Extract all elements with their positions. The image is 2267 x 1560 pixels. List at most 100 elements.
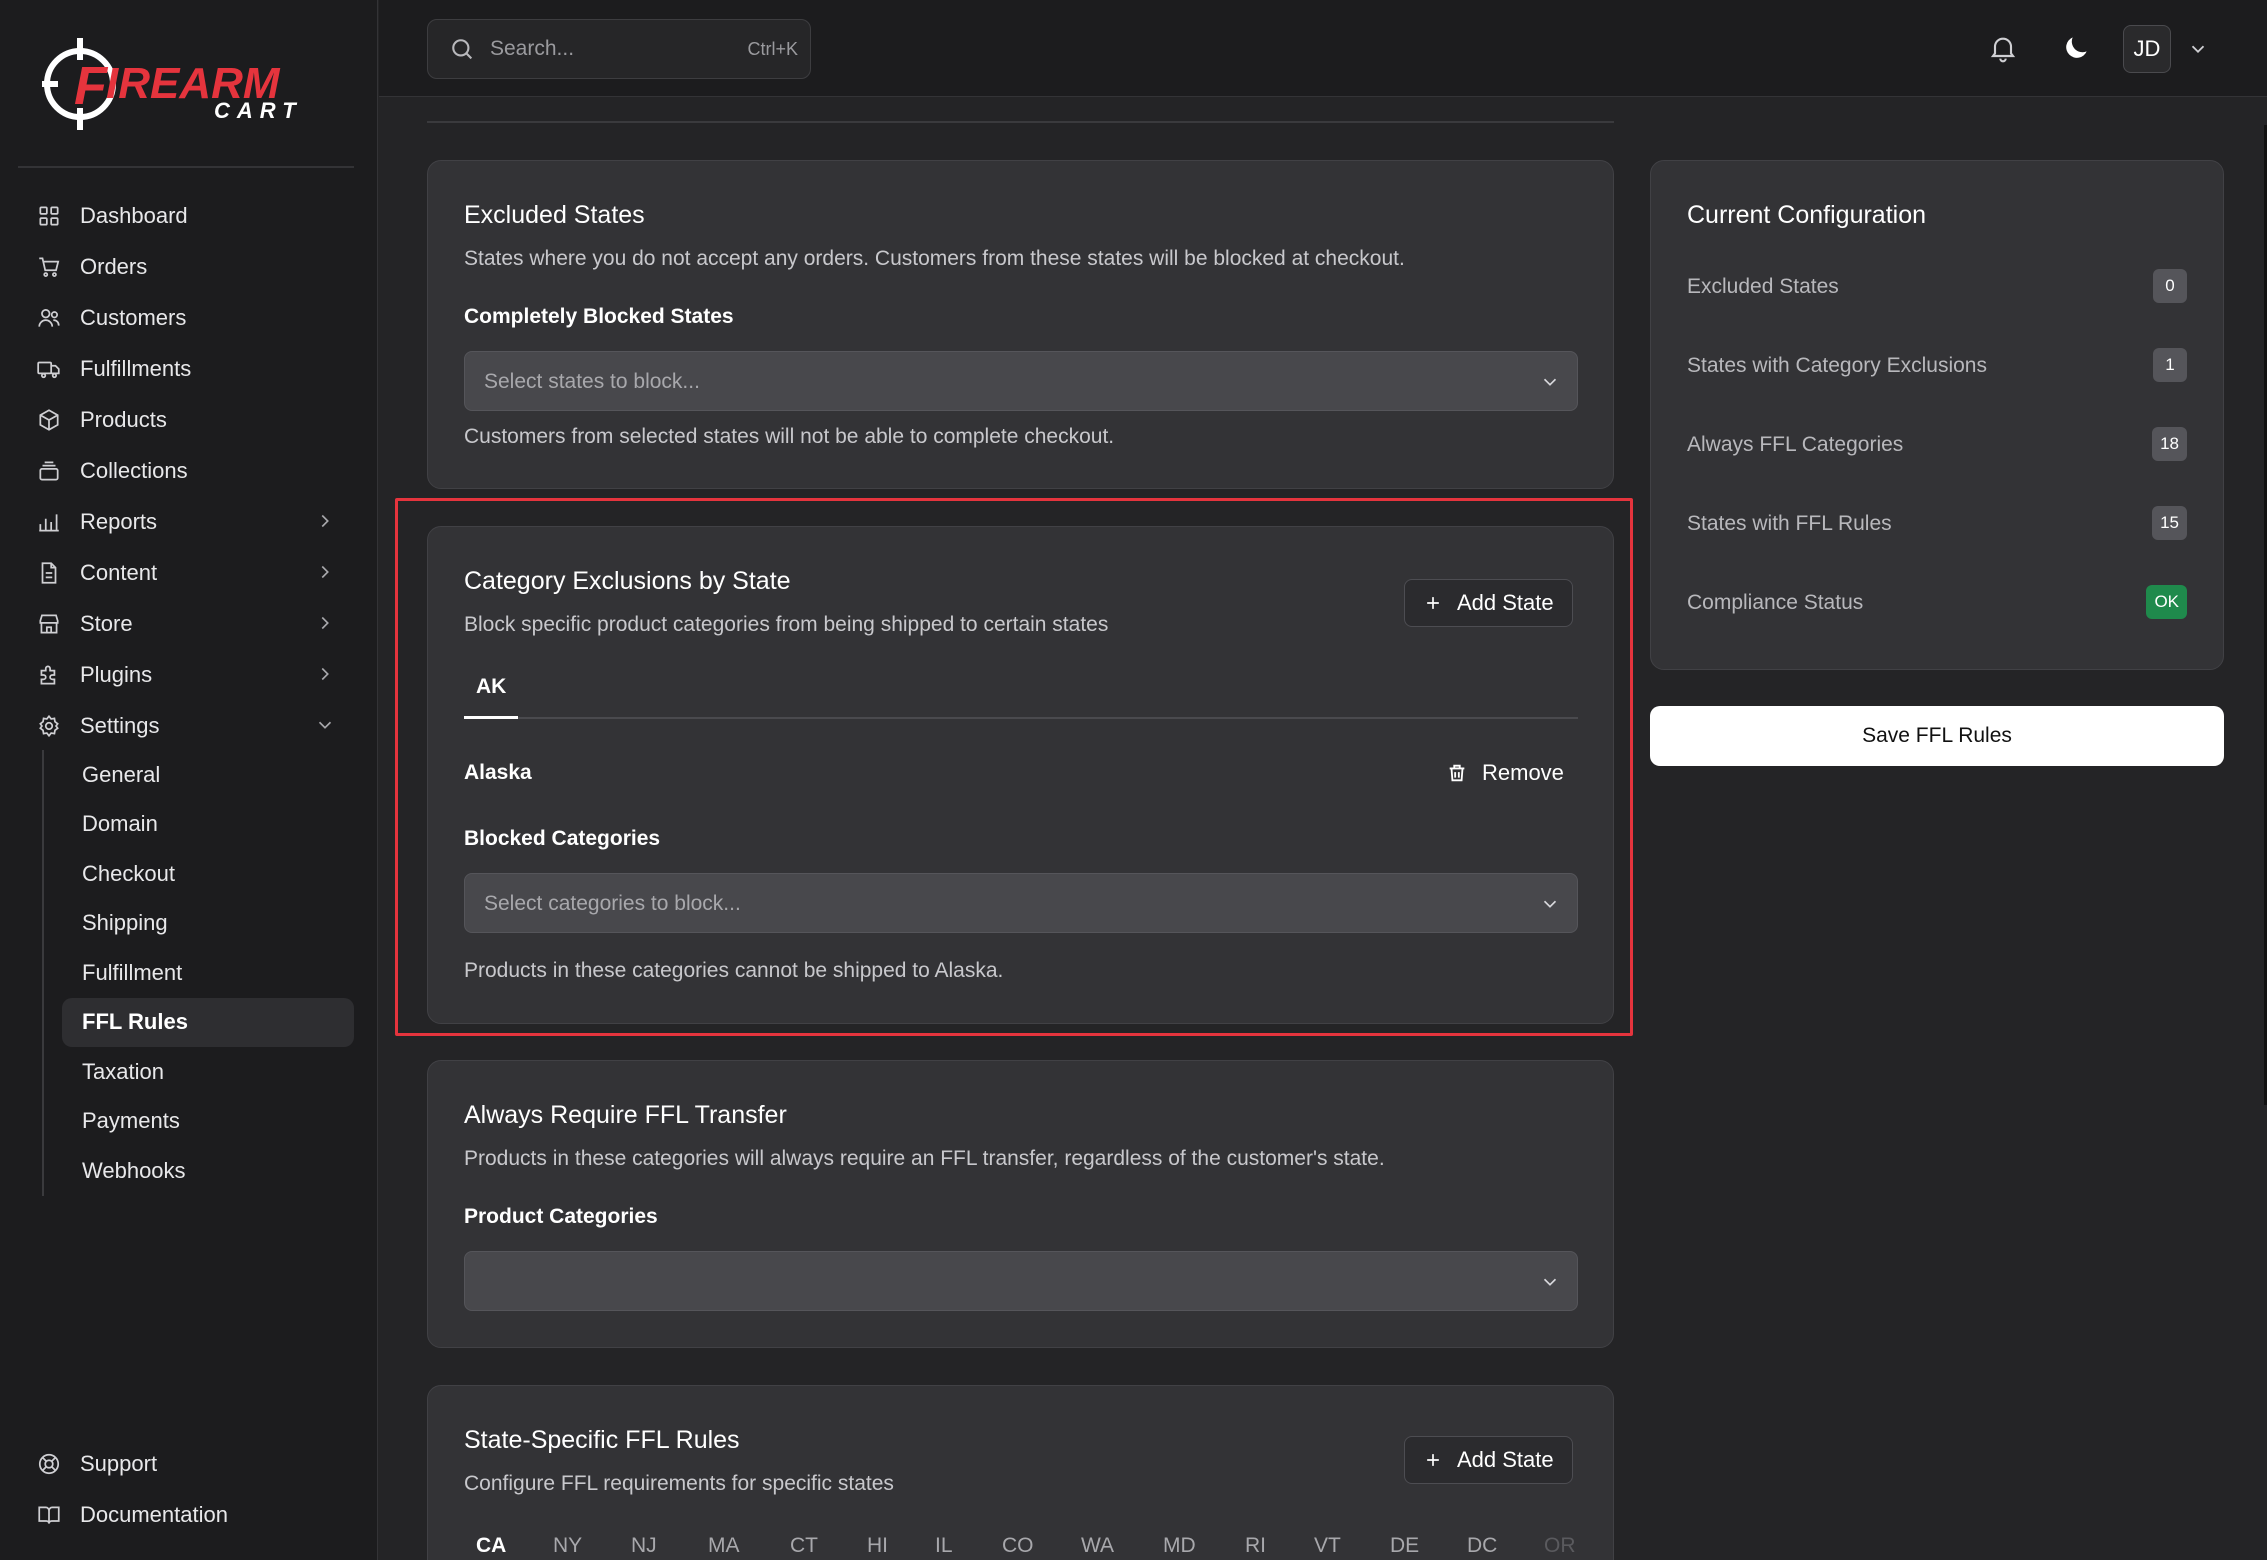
divider [427,121,1614,123]
tab-nj[interactable]: NJ [631,1534,657,1558]
sidebar-item-label: Support [80,1450,158,1476]
sidebar-item-reports[interactable]: Reports [18,496,354,547]
field-label: Completely Blocked States [464,305,734,328]
config-label: States with Category Exclusions [1687,354,1987,377]
tab-md[interactable]: MD [1163,1534,1196,1558]
sidebar-subitem-payments[interactable]: Payments [62,1097,354,1147]
count-badge: 18 [2152,427,2187,461]
plus-icon [1427,1454,1439,1466]
card-description: Products in these categories will always… [464,1147,1385,1170]
tab-wa[interactable]: WA [1081,1534,1114,1558]
sidebar-subitem-webhooks[interactable]: Webhooks [62,1146,354,1196]
file-icon [36,560,62,586]
config-row: States with FFL Rules 15 [1687,504,2187,544]
tab-or[interactable]: OR [1544,1534,1576,1558]
state-rule-tabs: CA NY NJ MA CT HI IL CO WA MD RI VT DE D… [464,1526,1578,1560]
bell-icon[interactable] [1987,32,2019,64]
sidebar-item-label: Content [80,559,158,585]
tab-ct[interactable]: CT [790,1534,818,1558]
current-config-card: Current Configuration Excluded States 0 … [1650,160,2224,670]
store-icon [36,611,62,637]
settings-submenu: General Domain Checkout Shipping Fulfill… [42,750,354,1196]
tab-ri[interactable]: RI [1245,1534,1266,1558]
tab-vt[interactable]: VT [1314,1534,1341,1558]
sidebar-item-content[interactable]: Content [18,547,354,598]
state-ffl-rules-card: State-Specific FFL Rules Configure FFL r… [427,1385,1614,1560]
sidebar-item-label: Reports [80,508,158,534]
sidebar-item-support[interactable]: Support [18,1438,354,1489]
sidebar-item-label: Store [80,610,133,636]
grid-icon [36,203,62,229]
brand-logo[interactable]: F IREARM CART [38,32,338,132]
sidebar-item-customers[interactable]: Customers [18,292,354,343]
cart-icon [36,254,62,280]
select-placeholder: Select states to block... [484,370,700,393]
chevron-down-icon [318,721,332,729]
config-label: Compliance Status [1687,591,1864,614]
card-title: Current Configuration [1687,201,1927,229]
tab-dc[interactable]: DC [1467,1534,1497,1558]
truck-icon [36,356,62,382]
tab-ny[interactable]: NY [553,1534,582,1558]
sidebar-item-orders[interactable]: Orders [18,241,354,292]
save-ffl-rules-button[interactable]: Save FFL Rules [1650,706,2224,766]
sidebar-item-label: Fulfillments [80,355,192,381]
sidebar-subitem-shipping[interactable]: Shipping [62,899,354,949]
sidebar-item-fulfillments[interactable]: Fulfillments [18,343,354,394]
sidebar-item-dashboard[interactable]: Dashboard [18,190,354,241]
sidebar-item-plugins[interactable]: Plugins [18,649,354,700]
card-description: Configure FFL requirements for specific … [464,1472,894,1495]
sidebar-item-settings[interactable]: Settings [18,700,354,751]
sidebar-item-label: Dashboard [80,202,188,228]
tab-hi[interactable]: HI [867,1534,888,1558]
moon-icon[interactable] [2060,32,2092,64]
sidebar-subitem-taxation[interactable]: Taxation [62,1047,354,1097]
tab-de[interactable]: DE [1390,1534,1419,1558]
sidebar-subitem-fulfillment[interactable]: Fulfillment [62,948,354,998]
sidebar-subitem-domain[interactable]: Domain [62,800,354,850]
chevron-down-icon[interactable] [2187,38,2209,60]
avatar[interactable]: JD [2123,25,2171,73]
add-state-button[interactable]: Add State [1404,1436,1573,1484]
card-title: Excluded States [464,201,645,229]
chevron-right-icon [321,616,329,630]
sidebar-subitem-general[interactable]: General [62,750,354,800]
svg-text:CART: CART [214,98,303,123]
stack-icon [36,458,62,484]
config-label: States with FFL Rules [1687,512,1892,535]
excluded-states-card: Excluded States States where you do not … [427,160,1614,489]
product-categories-select[interactable] [464,1251,1578,1311]
sidebar-subitem-ffl-rules[interactable]: FFL Rules [62,997,354,1047]
config-label: Excluded States [1687,275,1839,298]
chevron-right-icon [321,667,329,681]
highlight-box [395,498,1633,1036]
gear-icon [36,713,62,739]
status-badge: OK [2146,585,2187,619]
search-icon [452,39,473,60]
sidebar-item-collections[interactable]: Collections [18,445,354,496]
lifebuoy-icon [36,1451,62,1477]
sidebar-item-documentation[interactable]: Documentation [18,1489,354,1540]
main-nav: Dashboard Orders Customers Fulfillments … [18,190,354,751]
count-badge: 15 [2152,506,2187,540]
sidebar-item-label: Products [80,406,167,432]
chevron-down-icon [1543,378,1557,386]
tab-ca[interactable]: CA [476,1534,506,1558]
card-description: States where you do not accept any order… [464,247,1405,270]
sidebar-item-products[interactable]: Products [18,394,354,445]
sidebar-subitem-checkout[interactable]: Checkout [62,849,354,899]
search-input[interactable]: Search... Ctrl+K [427,19,811,79]
chevron-right-icon [321,514,329,528]
sidebar-item-label: Documentation [80,1501,228,1527]
always-ffl-card: Always Require FFL Transfer Products in … [427,1060,1614,1348]
sidebar-item-store[interactable]: Store [18,598,354,649]
config-row: Excluded States 0 [1687,267,2187,307]
count-badge: 0 [2153,269,2187,303]
sidebar-item-label: Plugins [80,661,153,687]
tab-co[interactable]: CO [1002,1534,1034,1558]
tab-ma[interactable]: MA [708,1534,740,1558]
blocked-states-select[interactable]: Select states to block... [464,351,1578,411]
tab-il[interactable]: IL [935,1534,953,1558]
divider [18,166,354,168]
users-icon [36,305,62,331]
